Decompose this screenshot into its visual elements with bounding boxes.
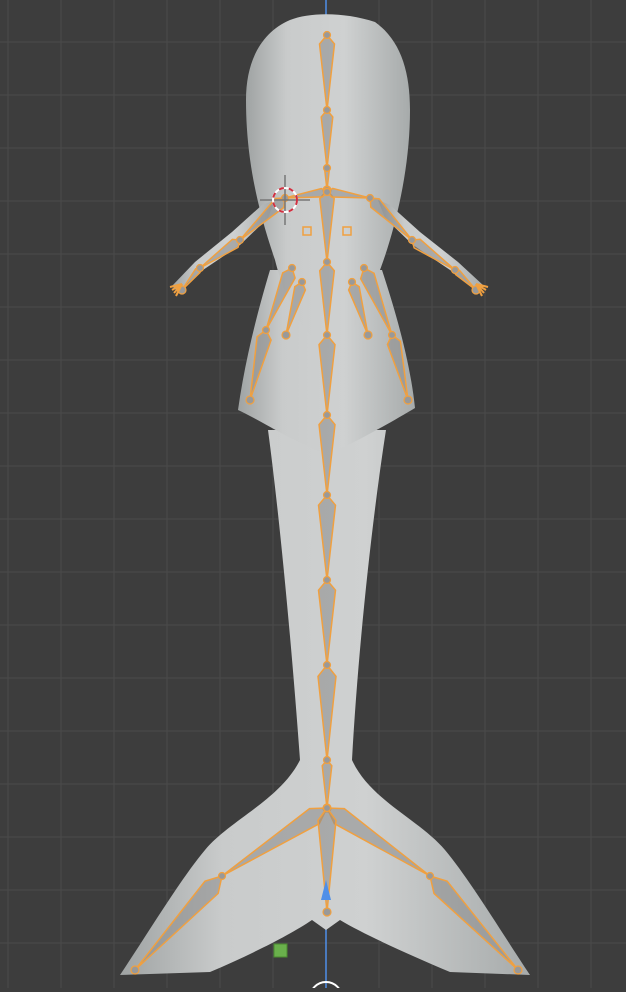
bone-joint[interactable] (347, 277, 357, 287)
viewport-canvas[interactable] (0, 0, 626, 992)
bone-joint[interactable] (322, 907, 332, 917)
bone-joint[interactable] (322, 410, 332, 420)
bone-joint[interactable] (450, 265, 460, 275)
bone-joint[interactable] (322, 257, 332, 267)
bone-joint[interactable] (322, 187, 332, 197)
bone-joint[interactable] (322, 803, 332, 813)
bone-joint[interactable] (322, 30, 332, 40)
bone-joint[interactable] (217, 871, 227, 881)
bone-joint[interactable] (281, 330, 291, 340)
bone-joint[interactable] (365, 193, 375, 203)
bone-joint[interactable] (261, 325, 271, 335)
bone-joint[interactable] (322, 490, 332, 500)
bone-joint[interactable] (322, 575, 332, 585)
bone-joint[interactable] (322, 163, 332, 173)
bone-joint[interactable] (359, 263, 369, 273)
empty-object[interactable] (273, 943, 288, 958)
bone-joint[interactable] (297, 277, 307, 287)
bone-joint[interactable] (235, 235, 245, 245)
bone-joint[interactable] (322, 105, 332, 115)
bone-joint[interactable] (513, 965, 523, 975)
mesh-arm-right (378, 200, 484, 292)
bone-joint[interactable] (130, 965, 140, 975)
bone-joint[interactable] (403, 395, 413, 405)
bone-joint[interactable] (387, 330, 397, 340)
bone-joint[interactable] (363, 330, 373, 340)
bone-joint[interactable] (195, 263, 205, 273)
bone-joint[interactable] (245, 395, 255, 405)
bone-joint[interactable] (407, 235, 417, 245)
armature[interactable] (130, 30, 523, 975)
bone-joint[interactable] (287, 263, 297, 273)
3d-viewport[interactable] (0, 0, 626, 992)
bone-joint[interactable] (322, 755, 332, 765)
bone-joint[interactable] (322, 660, 332, 670)
bone-joint[interactable] (322, 330, 332, 340)
mesh-arm-left (172, 200, 275, 292)
bone-joint[interactable] (425, 871, 435, 881)
